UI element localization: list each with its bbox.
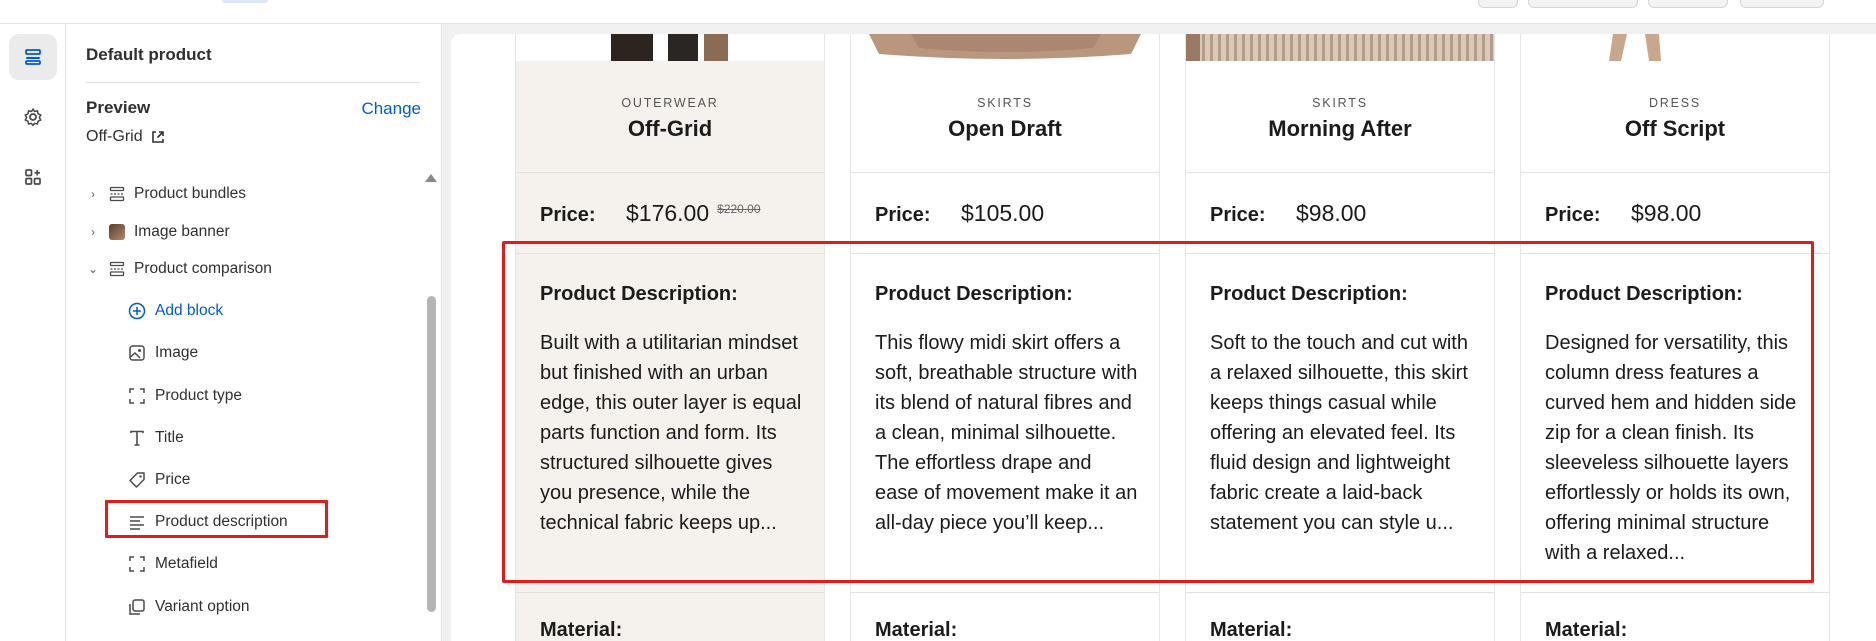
product-type: SKIRTS bbox=[1312, 96, 1368, 110]
tree-block-label: Metafield bbox=[155, 555, 218, 572]
tree-block-label: Product type bbox=[155, 387, 243, 404]
highlight-box-product-description bbox=[105, 500, 328, 538]
add-block-button[interactable]: Add block bbox=[128, 296, 223, 326]
preview-product[interactable]: Off-Grid bbox=[86, 128, 165, 146]
product-type: OUTERWEAR bbox=[621, 96, 719, 110]
product-type: DRESS bbox=[1648, 96, 1702, 110]
divider bbox=[1186, 592, 1494, 593]
divider bbox=[516, 172, 824, 173]
panel-title: Default product bbox=[86, 45, 212, 64]
settings-button[interactable] bbox=[9, 94, 57, 140]
product-type: SKIRTS bbox=[977, 96, 1033, 110]
divider bbox=[1186, 172, 1494, 173]
product-title[interactable]: Off-Grid bbox=[516, 116, 824, 142]
variant-icon bbox=[129, 599, 145, 615]
product-title[interactable]: Morning After bbox=[1186, 116, 1494, 142]
tree-block-variant-option[interactable]: Variant option bbox=[128, 592, 250, 622]
divider bbox=[851, 172, 1159, 173]
tree-item-image-banner[interactable]: › Image banner bbox=[86, 217, 230, 247]
price-label: Price: bbox=[875, 204, 931, 226]
divider bbox=[1521, 592, 1829, 593]
product-image[interactable] bbox=[851, 34, 1159, 61]
price-row: Price: $98.00 bbox=[1545, 200, 1701, 227]
chevron-right-icon[interactable]: › bbox=[86, 187, 100, 201]
tree-block-label: Variant option bbox=[155, 598, 250, 615]
tree-block-metafield[interactable]: Metafield bbox=[128, 549, 218, 579]
product-type-icon bbox=[129, 388, 145, 404]
tree-block-label: Title bbox=[155, 429, 184, 446]
product-title[interactable]: Open Draft bbox=[851, 116, 1159, 142]
top-bar bbox=[0, 0, 1876, 24]
external-link-icon bbox=[151, 131, 164, 143]
section-icon bbox=[109, 261, 125, 277]
tree-block-image[interactable]: Image bbox=[128, 338, 198, 368]
tree-block-label: Image bbox=[155, 344, 199, 361]
top-bar-button[interactable] bbox=[1648, 0, 1728, 8]
material-label: Material: bbox=[1545, 619, 1628, 641]
tree-block-price[interactable]: Price bbox=[128, 465, 190, 495]
product-image[interactable] bbox=[1521, 34, 1829, 61]
preview-product-name: Off-Grid bbox=[86, 128, 143, 145]
section-icon bbox=[109, 186, 125, 202]
icon-rail bbox=[0, 24, 66, 641]
price-value: $98.00 bbox=[1631, 200, 1702, 226]
change-preview-link[interactable]: Change bbox=[361, 99, 421, 119]
top-bar-button[interactable] bbox=[1528, 0, 1638, 8]
material-label: Material: bbox=[1210, 619, 1293, 641]
price-label: Price: bbox=[1210, 204, 1266, 226]
tree-block-title[interactable]: Title bbox=[128, 423, 184, 453]
divider bbox=[86, 82, 420, 83]
divider bbox=[516, 592, 824, 593]
price-row: Price: $176.00 $220.00 bbox=[540, 200, 761, 227]
top-tab-indicator[interactable] bbox=[222, 0, 268, 3]
price-row: Price: $105.00 bbox=[875, 200, 1044, 227]
price-value: $98.00 bbox=[1296, 200, 1367, 226]
price-label: Price: bbox=[540, 204, 596, 226]
tree-item-product-comparison[interactable]: ⌄ Product comparison bbox=[86, 254, 272, 284]
price-label: Price: bbox=[1545, 204, 1601, 226]
tree-item-product-bundles[interactable]: › Product bundles bbox=[86, 179, 246, 209]
material-label: Material: bbox=[875, 619, 958, 641]
image-thumbnail-icon bbox=[109, 224, 125, 240]
product-image[interactable] bbox=[516, 34, 824, 61]
price-row: Price: $98.00 bbox=[1210, 200, 1366, 227]
plus-circle-icon bbox=[128, 302, 146, 320]
tree-block-product-type[interactable]: Product type bbox=[128, 381, 242, 411]
product-title[interactable]: Off Script bbox=[1521, 116, 1829, 142]
settings-panel: Default product Preview Change Off-Grid … bbox=[66, 24, 442, 641]
top-bar-button[interactable] bbox=[1478, 0, 1518, 8]
price-value: $176.00 bbox=[626, 200, 710, 226]
sections-icon bbox=[25, 49, 41, 65]
text-icon bbox=[130, 430, 144, 446]
scroll-up-arrow[interactable] bbox=[425, 174, 437, 182]
chevron-right-icon[interactable]: › bbox=[86, 225, 100, 239]
tree-item-label: Product comparison bbox=[134, 260, 272, 277]
product-image[interactable] bbox=[1186, 34, 1494, 61]
chevron-down-icon[interactable]: ⌄ bbox=[86, 262, 100, 276]
compare-price: $220.00 bbox=[717, 202, 761, 216]
tree-item-label: Product bundles bbox=[134, 185, 247, 202]
divider bbox=[851, 592, 1159, 593]
material-label: Material: bbox=[540, 619, 623, 641]
scrollbar-thumb[interactable] bbox=[427, 296, 436, 612]
divider bbox=[1521, 172, 1829, 173]
tree-block-label: Price bbox=[155, 471, 191, 488]
sections-button[interactable] bbox=[9, 34, 57, 80]
apps-icon bbox=[25, 169, 41, 185]
apps-button[interactable] bbox=[9, 154, 57, 200]
price-value: $105.00 bbox=[961, 200, 1045, 226]
price-tag-icon bbox=[129, 472, 145, 488]
tree-item-label: Image banner bbox=[134, 223, 230, 240]
top-bar-button[interactable] bbox=[1740, 0, 1824, 8]
preview-label: Preview bbox=[86, 98, 151, 117]
metafield-icon bbox=[129, 556, 145, 572]
image-icon bbox=[129, 345, 145, 361]
add-block-label: Add block bbox=[155, 302, 224, 319]
gear-icon bbox=[24, 108, 42, 127]
highlight-box-descriptions bbox=[502, 241, 1814, 583]
